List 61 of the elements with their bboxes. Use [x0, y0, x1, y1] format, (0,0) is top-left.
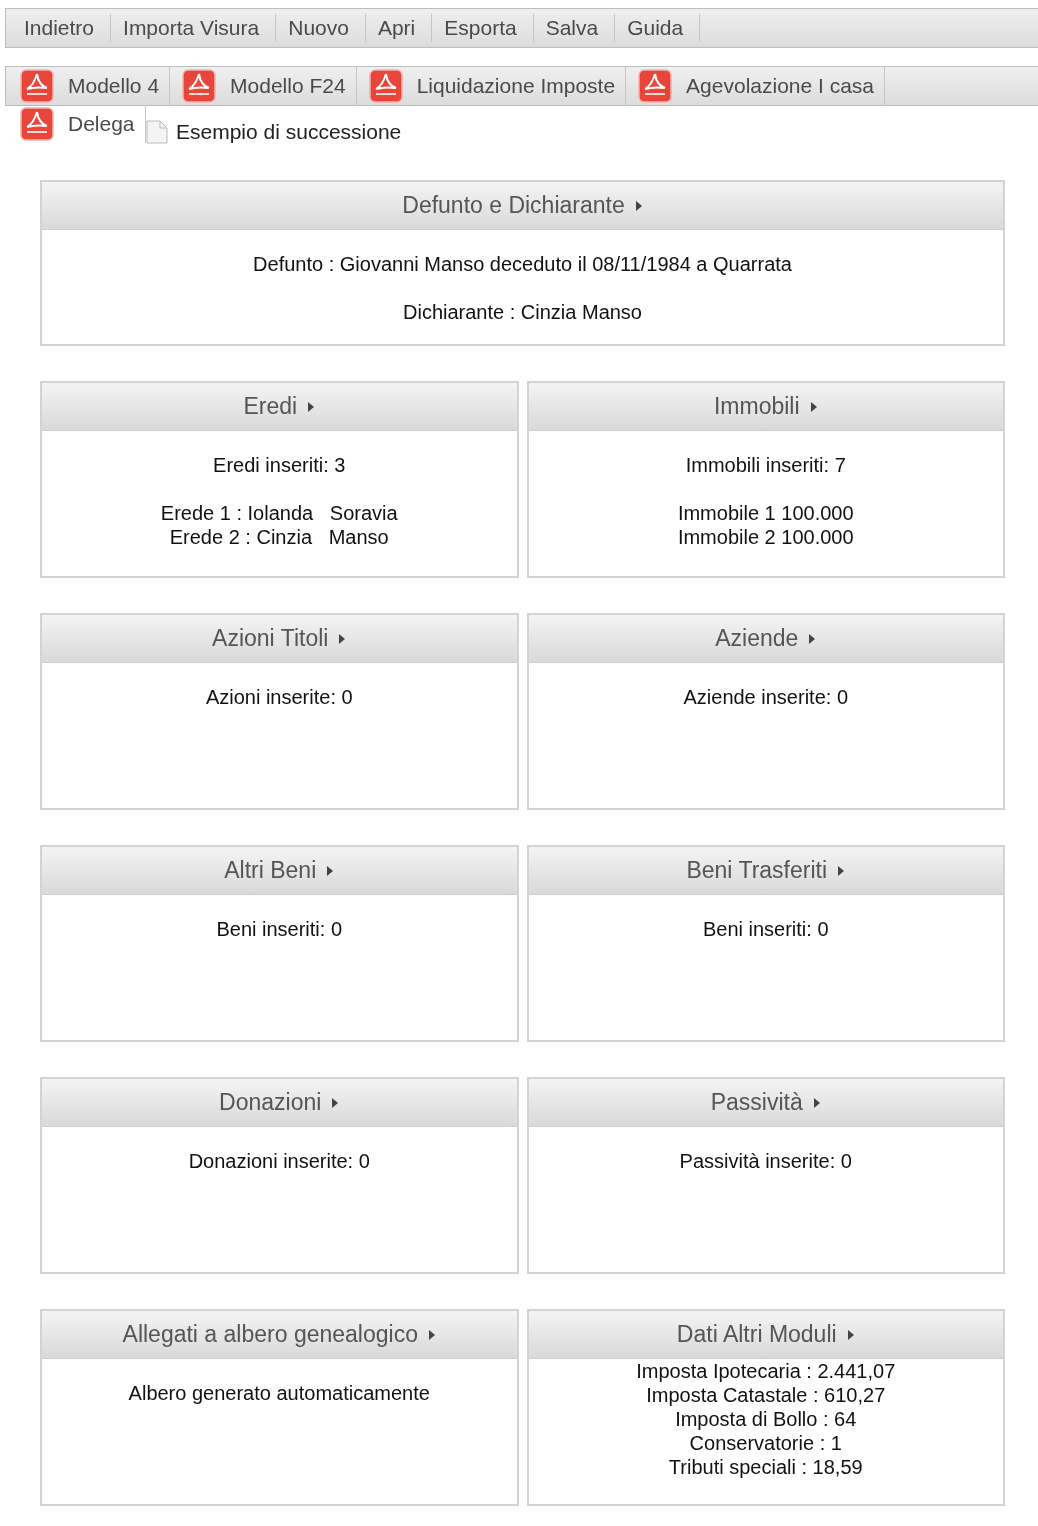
toolbar-button[interactable]: Salva — [533, 14, 616, 42]
toolbar-button[interactable]: Esporta — [432, 14, 534, 42]
summary-text: Beni inseriti: 0 — [216, 917, 343, 941]
section-header[interactable]: Dati Altri Moduli — [528, 1311, 1003, 1359]
section-header[interactable]: Passività — [528, 1079, 1003, 1127]
caret-icon — [846, 1328, 855, 1341]
caret-icon — [338, 632, 347, 645]
summary-text: Donazioni inserite: 0 — [188, 1149, 370, 1173]
toolbar-button[interactable]: Nuovo — [276, 14, 366, 42]
section-header[interactable]: Altri Beni — [42, 847, 517, 895]
toolbar-button[interactable]: Apri — [365, 14, 433, 42]
summary-text: Tributi speciali : 18,59 — [668, 1455, 863, 1479]
pdf-document-button[interactable]: Modello F24 — [178, 67, 357, 105]
caret-icon — [812, 1096, 821, 1109]
file-name: Esempio di successione — [176, 120, 402, 144]
caret-icon — [808, 632, 817, 645]
summary-text: Imposta Catastale : 610,27 — [646, 1383, 886, 1407]
section-header[interactable]: Eredi — [42, 383, 517, 431]
summary-text: Erede 1 : Iolanda Soravia — [160, 501, 398, 525]
pdf-document-button[interactable]: Delega — [16, 105, 146, 143]
pdf-document-button[interactable]: Modello 4 — [16, 67, 171, 105]
caret-icon — [331, 1096, 340, 1109]
summary-text: Beni inseriti: 0 — [702, 917, 829, 941]
caret-icon — [307, 400, 316, 413]
summary-text: Immobile 2 100.000 — [677, 525, 854, 549]
section-header[interactable]: Donazioni — [42, 1079, 517, 1127]
section-header[interactable]: Immobili — [528, 383, 1003, 431]
summary-text: Defunto : Giovanni Manso deceduto il 08/11/1984 a Quarrata — [253, 252, 792, 276]
pdf-icon — [182, 69, 217, 103]
document-icon — [146, 120, 168, 144]
toolbar-button[interactable]: Importa Visura — [111, 14, 277, 42]
section-header[interactable]: Azioni Titoli — [42, 615, 517, 663]
summary-text: Dichiarante : Cinzia Manso — [403, 300, 642, 324]
pdf-icon — [20, 107, 54, 141]
section-header[interactable]: Defunto e Dichiarante — [42, 182, 1003, 230]
pdf-icon — [638, 69, 673, 103]
caret-icon — [837, 864, 846, 877]
summary-text: Passività inserite: 0 — [679, 1149, 852, 1173]
pdf-document-button[interactable]: Liquidazione Imposte — [364, 67, 627, 105]
summary-text: Immobile 1 100.000 — [677, 501, 854, 525]
summary-text: Albero generato automaticamente — [128, 1381, 430, 1405]
caret-icon — [427, 1328, 436, 1341]
section-header[interactable]: Allegati a albero genealogico — [42, 1311, 517, 1359]
summary-text: Immobili inseriti: 7 — [685, 453, 846, 477]
toolbar-button[interactable]: Guida — [615, 14, 701, 42]
summary-text: Azioni inserite: 0 — [205, 685, 353, 709]
section-header[interactable]: Beni Trasferiti — [528, 847, 1003, 895]
summary-text: Aziende inserite: 0 — [683, 685, 848, 709]
summary-text: Eredi inseriti: 3 — [213, 453, 346, 477]
toolbar-button[interactable]: Indietro — [12, 14, 112, 42]
pdf-icon — [368, 69, 403, 103]
summary-text: Conservatorie : 1 — [689, 1431, 842, 1455]
summary-text: Imposta di Bollo : 64 — [675, 1407, 857, 1431]
pdf-document-button[interactable]: Agevolazione I casa — [634, 67, 886, 105]
caret-icon — [326, 864, 335, 877]
pdf-icon — [20, 69, 54, 103]
summary-text: Imposta Ipotecaria : 2.441,07 — [636, 1359, 896, 1383]
section-header[interactable]: Aziende — [528, 615, 1003, 663]
caret-icon — [634, 199, 643, 212]
summary-text: Erede 2 : Cinzia Manso — [169, 525, 389, 549]
caret-icon — [809, 400, 818, 413]
